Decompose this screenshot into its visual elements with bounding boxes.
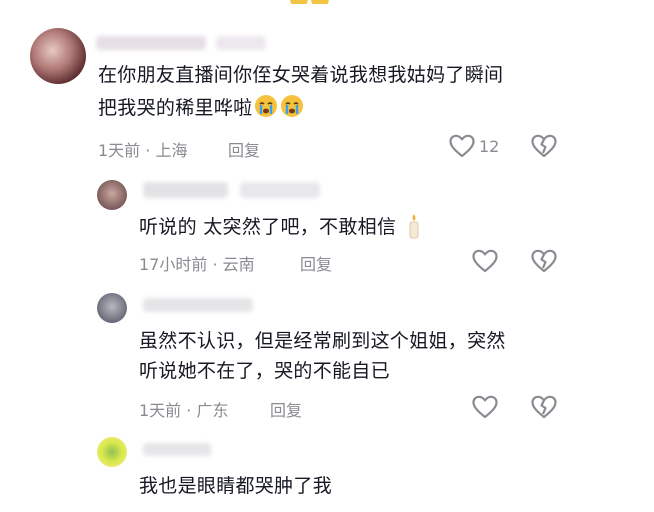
comment-meta: 1天前 · 广东: [139, 397, 228, 421]
dislike-broken-heart-icon[interactable]: [531, 134, 557, 158]
timestamp: 1天前: [139, 401, 182, 420]
location: 广东: [196, 401, 229, 420]
timestamp: 1天前: [98, 141, 141, 160]
comment-meta: 17小时前 · 云南: [139, 251, 255, 275]
like-heart-icon[interactable]: [472, 249, 498, 273]
like-count: 12: [479, 137, 500, 156]
username-blurred[interactable]: [96, 36, 206, 50]
reply-button[interactable]: 回复: [228, 137, 260, 161]
comment-text-line: 我也是眼睛都哭肿了我: [139, 475, 333, 497]
username-blurred[interactable]: [143, 298, 253, 312]
location: 上海: [155, 141, 188, 160]
comment-meta: 1天前 · 上海: [98, 137, 187, 161]
candle-icon: [409, 214, 419, 239]
username-blurred: [240, 182, 320, 198]
comment-text-line: 在你朋友直播间你侄女哭着说我想我姑妈了瞬间: [98, 64, 504, 86]
separator: ·: [145, 141, 151, 160]
username-blurred[interactable]: [143, 443, 211, 456]
reply-button[interactable]: 回复: [300, 251, 332, 275]
username-blurred[interactable]: [143, 182, 228, 198]
avatar[interactable]: [97, 180, 127, 210]
like-heart-icon[interactable]: [449, 134, 475, 158]
like-heart-icon[interactable]: [472, 395, 498, 419]
timestamp: 17小时前: [139, 255, 208, 274]
emoji-icon: [311, 0, 329, 4]
comment-text-line: 虽然不认识，但是经常刷到这个姐姐，突然: [139, 330, 506, 352]
reply-button[interactable]: 回复: [270, 397, 302, 421]
dislike-broken-heart-icon[interactable]: [531, 249, 557, 273]
emoji-icon: [290, 0, 308, 4]
username-blurred: [216, 36, 266, 50]
comment-text: 把我哭的稀里哗啦: [98, 97, 253, 119]
location: 云南: [222, 255, 255, 274]
separator: ·: [212, 255, 218, 274]
avatar[interactable]: [97, 293, 127, 323]
crying-face-icon: [281, 95, 304, 117]
comment-text-line: 把我哭的稀里哗啦: [98, 92, 304, 125]
comment-text-line: 听说的 太突然了吧，不敢相信: [139, 211, 421, 244]
comment-text: 听说的 太突然了吧，不敢相信: [139, 216, 397, 238]
comment-text-line: 听说她不在了，哭的不能自已: [139, 360, 390, 382]
top-emoji-fragment: [290, 0, 332, 4]
crying-face-icon: [255, 95, 278, 117]
dislike-broken-heart-icon[interactable]: [531, 395, 557, 419]
avatar[interactable]: [97, 437, 127, 467]
separator: ·: [186, 401, 192, 420]
avatar[interactable]: [30, 28, 86, 84]
